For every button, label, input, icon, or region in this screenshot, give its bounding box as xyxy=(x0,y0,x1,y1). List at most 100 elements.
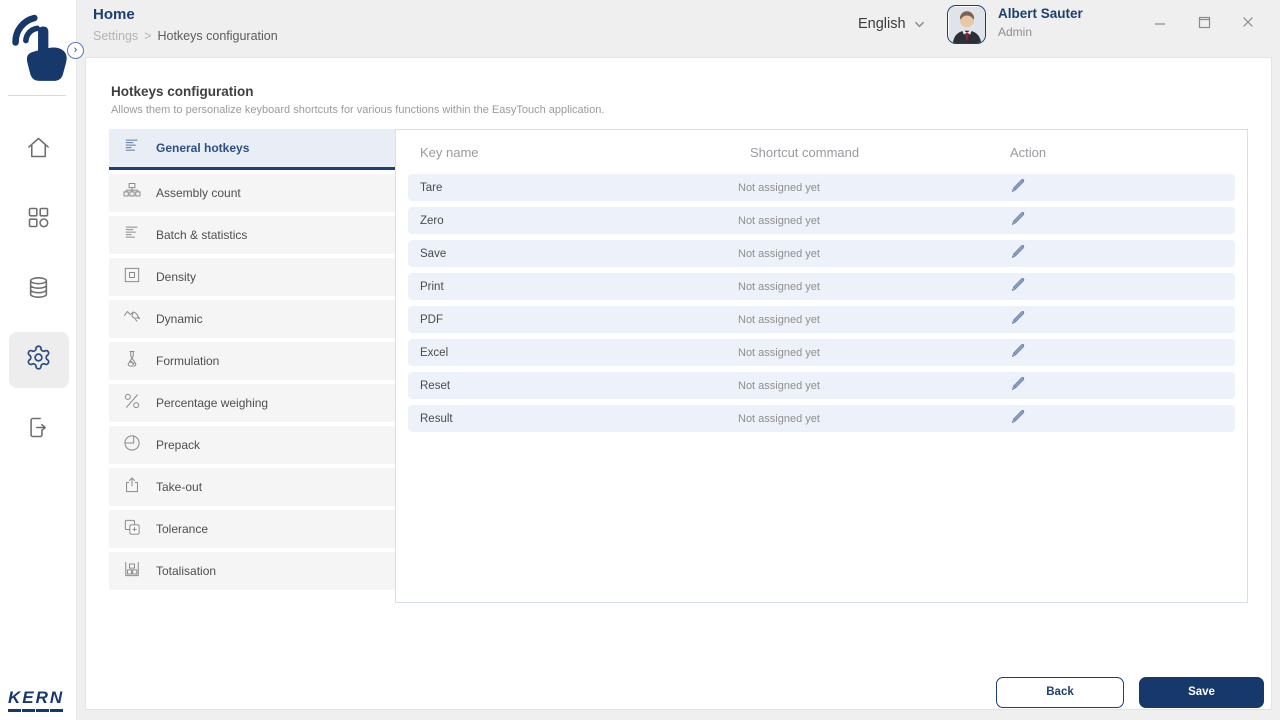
prepack-icon xyxy=(122,433,142,458)
row-key-name: Excel xyxy=(420,347,738,359)
pencil-edit-icon[interactable] xyxy=(1010,177,1028,195)
table-row: Zero Not assigned yet xyxy=(408,207,1235,234)
column-header-shortcut: Shortcut command xyxy=(750,145,1010,160)
home-title: Home xyxy=(93,6,135,23)
pencil-edit-icon[interactable] xyxy=(1010,243,1028,261)
hotkey-tabs: General hotkeys Assembly count Batch & s… xyxy=(109,129,395,594)
table-row: Excel Not assigned yet xyxy=(408,339,1235,366)
hotkey-tab-percentage-weighing[interactable]: Percentage weighing xyxy=(109,384,395,422)
kern-brand-logo: KERN xyxy=(8,688,64,712)
percent-icon xyxy=(122,391,142,416)
table-header: Key name Shortcut command Action xyxy=(396,130,1247,174)
row-shortcut-command: Not assigned yet xyxy=(738,347,998,359)
row-key-name: Tare xyxy=(420,182,738,194)
sidebar-item-applications[interactable] xyxy=(9,192,69,248)
breadcrumb-current: Hotkeys configuration xyxy=(157,29,277,43)
chevron-down-icon xyxy=(914,19,925,30)
user-role: Admin xyxy=(998,25,1083,39)
row-key-name: PDF xyxy=(420,314,738,326)
hotkey-tab-tolerance[interactable]: Tolerance xyxy=(109,510,395,548)
totalisation-icon xyxy=(122,559,142,584)
sidebar-expand-button[interactable]: › xyxy=(67,42,84,59)
hotkey-tab-general-hotkeys[interactable]: General hotkeys xyxy=(109,129,395,170)
table-row: Save Not assigned yet xyxy=(408,240,1235,267)
sidebar: KERN xyxy=(0,0,77,720)
breadcrumb-settings[interactable]: Settings xyxy=(93,29,138,43)
hotkey-tab-assembly-count[interactable]: Assembly count xyxy=(109,174,395,212)
hotkey-tab-take-out[interactable]: Take-out xyxy=(109,468,395,506)
sidebar-divider xyxy=(8,95,66,96)
sidebar-item-home[interactable] xyxy=(9,122,69,178)
back-button[interactable]: Back xyxy=(996,677,1124,708)
table-row: Result Not assigned yet xyxy=(408,405,1235,432)
takeout-icon xyxy=(122,475,142,500)
hotkey-tab-label: General hotkeys xyxy=(156,141,249,155)
minimize-icon[interactable] xyxy=(1150,12,1170,32)
row-shortcut-command: Not assigned yet xyxy=(738,281,998,293)
pencil-edit-icon[interactable] xyxy=(1010,276,1028,294)
hotkey-tab-prepack[interactable]: Prepack xyxy=(109,426,395,464)
maximize-icon[interactable] xyxy=(1194,12,1214,32)
logout-icon xyxy=(25,414,52,446)
touch-hand-logo xyxy=(9,11,69,87)
hotkey-tab-label: Dynamic xyxy=(156,312,203,326)
row-shortcut-command: Not assigned yet xyxy=(738,182,998,194)
hotkeys-table-panel: Key name Shortcut command Action Tare No… xyxy=(395,129,1248,603)
hotkey-tab-dynamic[interactable]: Dynamic xyxy=(109,300,395,338)
page-title: Hotkeys configuration xyxy=(111,84,254,99)
apps-icon xyxy=(25,204,52,236)
row-shortcut-command: Not assigned yet xyxy=(738,248,998,260)
row-shortcut-command: Not assigned yet xyxy=(738,215,998,227)
language-selector[interactable]: English xyxy=(858,16,925,32)
assembly-icon xyxy=(122,181,142,206)
table-row: Tare Not assigned yet xyxy=(408,174,1235,201)
tolerance-icon xyxy=(122,517,142,542)
row-key-name: Zero xyxy=(420,215,738,227)
hotkeys-configuration-card: Hotkeys configuration Allows them to per… xyxy=(85,57,1272,710)
user-chip[interactable]: Albert Sauter Admin xyxy=(947,5,1083,44)
row-key-name: Save xyxy=(420,248,738,260)
breadcrumb-separator: > xyxy=(144,29,151,43)
row-shortcut-command: Not assigned yet xyxy=(738,413,998,425)
hotkey-tab-formulation[interactable]: Formulation xyxy=(109,342,395,380)
column-header-action: Action xyxy=(1010,145,1247,160)
database-icon xyxy=(25,274,52,306)
save-button[interactable]: Save xyxy=(1139,677,1264,708)
avatar-portrait xyxy=(949,7,985,43)
close-icon[interactable] xyxy=(1238,12,1258,32)
top-header: Home Settings > Hotkeys configuration Engl… xyxy=(77,0,1280,57)
hotkey-tab-label: Prepack xyxy=(156,438,200,452)
row-shortcut-command: Not assigned yet xyxy=(738,380,998,392)
sidebar-item-data[interactable] xyxy=(9,262,69,318)
window-controls xyxy=(1150,12,1258,32)
hotkey-tab-label: Density xyxy=(156,270,196,284)
flask-icon xyxy=(122,349,142,374)
table-rows: Tare Not assigned yet Zero Not assigned … xyxy=(396,174,1247,432)
row-key-name: Print xyxy=(420,281,738,293)
row-key-name: Result xyxy=(420,413,738,425)
hotkey-tab-totalisation[interactable]: Totalisation xyxy=(109,552,395,590)
pencil-edit-icon[interactable] xyxy=(1010,210,1028,228)
density-icon xyxy=(122,265,142,290)
table-row: Reset Not assigned yet xyxy=(408,372,1235,399)
pencil-edit-icon[interactable] xyxy=(1010,375,1028,393)
pencil-edit-icon[interactable] xyxy=(1010,408,1028,426)
hotkey-tab-label: Take-out xyxy=(156,480,202,494)
pencil-edit-icon[interactable] xyxy=(1010,309,1028,327)
list-lines-icon xyxy=(122,223,142,248)
page-description: Allows them to personalize keyboard shor… xyxy=(111,104,604,116)
sidebar-item-logout[interactable] xyxy=(9,402,69,458)
avatar xyxy=(947,5,986,44)
dynamic-icon xyxy=(122,307,142,332)
home-icon xyxy=(25,134,52,166)
pencil-edit-icon[interactable] xyxy=(1010,342,1028,360)
table-row: Print Not assigned yet xyxy=(408,273,1235,300)
sidebar-item-settings[interactable] xyxy=(9,332,69,388)
language-label: English xyxy=(858,16,906,32)
hotkey-tab-label: Formulation xyxy=(156,354,219,368)
row-shortcut-command: Not assigned yet xyxy=(738,314,998,326)
hotkey-tab-label: Batch & statistics xyxy=(156,228,247,242)
hotkey-tab-label: Totalisation xyxy=(156,564,216,578)
hotkey-tab-density[interactable]: Density xyxy=(109,258,395,296)
hotkey-tab-batch-statistics[interactable]: Batch & statistics xyxy=(109,216,395,254)
